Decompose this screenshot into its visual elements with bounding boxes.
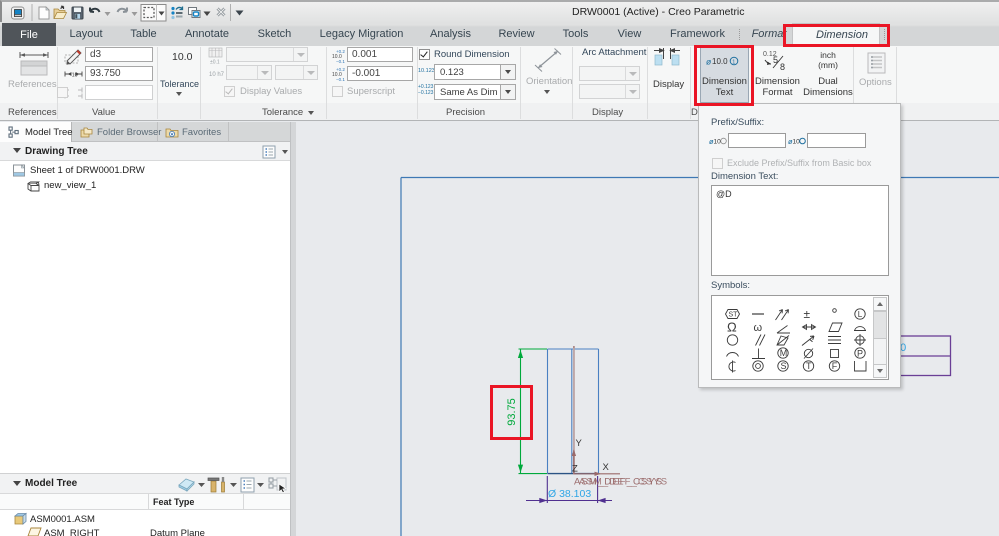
svg-text:F: F — [832, 361, 838, 371]
svg-text:10: 10 — [714, 139, 722, 146]
svg-text:10 h7: 10 h7 — [209, 72, 224, 78]
svg-text:Y: Y — [576, 438, 583, 449]
svg-text:−0.1: −0.1 — [336, 77, 345, 82]
svg-text:±: ± — [804, 307, 811, 321]
svg-text:ST: ST — [729, 312, 739, 319]
svg-text:ASM_DEF_CSYS: ASM_DEF_CSYS — [579, 477, 668, 488]
svg-text:−0.1: −0.1 — [336, 59, 345, 64]
svg-text:L: L — [858, 310, 863, 319]
svg-text:8: 8 — [780, 62, 785, 71]
svg-text:±0.1: ±0.1 — [210, 60, 220, 66]
svg-text:P: P — [857, 348, 863, 358]
svg-text:S: S — [781, 361, 787, 371]
svg-text:ω: ω — [754, 322, 763, 334]
svg-text:Ø 38.103: Ø 38.103 — [548, 488, 591, 500]
svg-text:10.123: 10.123 — [418, 68, 435, 74]
svg-text:M: M — [780, 348, 788, 358]
svg-text:T: T — [806, 361, 812, 371]
svg-text:10: 10 — [793, 139, 801, 146]
svg-text:X: X — [603, 462, 610, 473]
svg-text:Z: Z — [572, 464, 578, 475]
svg-text:−0.123: −0.123 — [418, 90, 434, 96]
svg-text:Ω: Ω — [727, 320, 737, 335]
svg-text:10: 10 — [72, 72, 78, 78]
